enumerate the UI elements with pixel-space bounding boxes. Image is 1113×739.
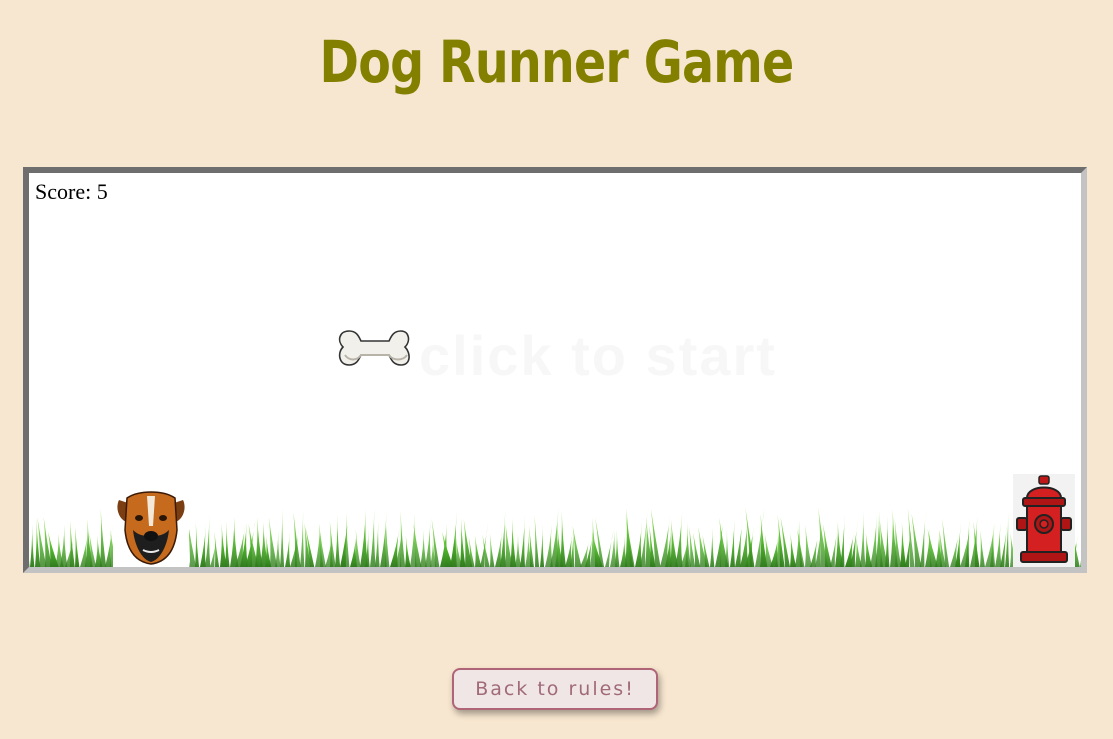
bone-icon — [338, 330, 410, 366]
dog-icon[interactable] — [113, 490, 189, 567]
fire-hydrant-icon — [1013, 474, 1075, 567]
start-watermark: click to start — [419, 324, 777, 387]
game-title: Dog Runner Game — [319, 28, 795, 96]
back-to-rules-button[interactable]: Back to rules! — [452, 668, 658, 710]
score-label: Score: 5 — [35, 179, 108, 204]
game-board[interactable]: click to start Score: 5 — [23, 167, 1087, 573]
